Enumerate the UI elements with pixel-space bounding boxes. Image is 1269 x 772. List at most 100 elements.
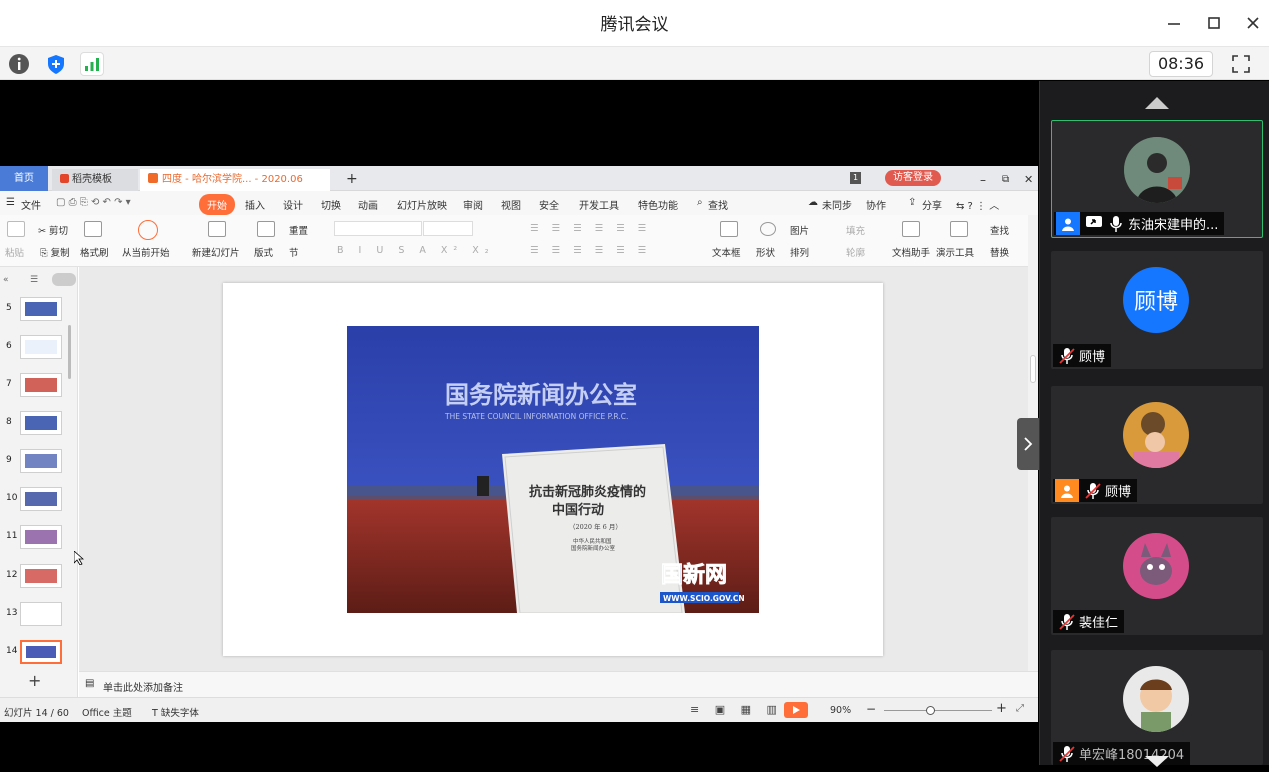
panel-toggle-button[interactable] (1017, 418, 1039, 470)
slide-thumbnail[interactable] (20, 602, 62, 626)
slide-thumbnail[interactable] (20, 564, 62, 588)
tab-home[interactable]: 首页 (0, 166, 48, 191)
present-tools-button[interactable]: 演示工具 (936, 245, 974, 259)
font-name-field[interactable] (334, 221, 422, 236)
shape-button[interactable]: 形状 (756, 245, 775, 259)
menu-animation[interactable]: 动画 (358, 197, 378, 212)
slide-thumbnail[interactable] (20, 449, 62, 473)
wps-minimize-icon[interactable]: – (972, 169, 994, 191)
hamburger-icon[interactable]: ☰ (6, 197, 15, 208)
shape-icon[interactable] (760, 222, 776, 236)
format-painter-icon[interactable] (84, 221, 102, 237)
format-painter-label[interactable]: 格式刷 (80, 245, 109, 259)
present-tools-icon[interactable] (950, 221, 968, 237)
font-size-field[interactable] (423, 221, 473, 236)
wps-right-icons[interactable]: ⇆ ? ⋮ ︿ (956, 197, 999, 212)
layout-icon[interactable] (257, 221, 275, 237)
align-buttons[interactable]: ☰ ☰ ☰ ☰ ☰ ☰ (530, 245, 651, 256)
slide-thumbnail[interactable] (20, 640, 62, 664)
zoom-slider[interactable] (884, 706, 992, 715)
slide-photo[interactable]: 国务院新闻办公室 THE STATE COUNCIL INFORMATION O… (347, 326, 759, 613)
search-icon[interactable]: ⌕ (697, 197, 703, 208)
slide-thumbnail[interactable] (20, 335, 62, 359)
participant-card[interactable]: 裴佳仁 (1051, 517, 1263, 635)
menu-start[interactable]: 开始 (199, 194, 235, 215)
cloud-sync-icon[interactable]: ☁ (808, 197, 818, 208)
signal-strength-icon[interactable] (80, 52, 104, 76)
paste-icon[interactable] (7, 221, 25, 237)
section-button[interactable]: 节 (289, 245, 299, 259)
find-button[interactable]: 查找 (990, 223, 1009, 237)
share-icon[interactable]: ⇪ (908, 197, 916, 208)
picture-button[interactable]: 图片 (790, 223, 809, 237)
add-slide-icon[interactable]: + (28, 671, 41, 690)
sync-status[interactable]: 未同步 (822, 197, 852, 212)
view-mode-buttons[interactable]: ≡ ▣ ▦ ▥ (690, 703, 783, 716)
doc-helper-button[interactable]: 文档助手 (892, 245, 930, 259)
replace-button[interactable]: 替换 (990, 245, 1009, 259)
scrollbar-thumb-left[interactable] (68, 325, 71, 379)
menu-security[interactable]: 安全 (539, 197, 559, 212)
fullscreen-icon[interactable] (1229, 52, 1253, 76)
tab-template[interactable]: 稻壳模板 (52, 169, 138, 191)
notes-placeholder[interactable]: 单击此处添加备注 (103, 679, 183, 694)
share-button[interactable]: 分享 (922, 197, 942, 212)
menu-features[interactable]: 特色功能 (638, 197, 678, 212)
scroll-down-icon[interactable] (1144, 753, 1170, 772)
info-icon[interactable] (7, 52, 31, 76)
new-tab-icon[interactable]: + (338, 169, 366, 191)
arrange-button[interactable]: 排列 (790, 245, 809, 259)
doc-helper-icon[interactable] (902, 221, 920, 237)
scrollbar-thumb[interactable] (1030, 355, 1036, 383)
slide-thumbnail[interactable] (20, 297, 62, 321)
zoom-in-icon[interactable]: + (996, 701, 1007, 716)
slide-thumbnail[interactable] (20, 525, 62, 549)
paste-label[interactable]: 粘贴 (5, 245, 24, 259)
maximize-icon[interactable] (1199, 8, 1229, 38)
play-slideshow-button[interactable] (784, 702, 808, 718)
thumb-panel-controls[interactable]: «☰ (0, 273, 78, 289)
textbox-button[interactable]: 文本框 (712, 245, 741, 259)
menu-review[interactable]: 审阅 (463, 197, 483, 212)
menu-find[interactable]: 查找 (708, 197, 728, 212)
reset-button[interactable]: 重置 (289, 223, 308, 237)
participant-card[interactable]: 单宏峰18014204 (1051, 650, 1263, 765)
missing-font-button[interactable]: T 缺失字体 (152, 705, 199, 719)
slide-thumbnail[interactable] (20, 487, 62, 511)
play-icon[interactable] (138, 220, 158, 240)
cut-button[interactable]: ✂ 剪切 (38, 223, 68, 237)
quick-access-icons[interactable]: ▢ ⎙ ⎘ ⟲ ↶ ↷ ▾ (56, 197, 131, 208)
zoom-out-icon[interactable]: − (866, 702, 876, 716)
menu-slideshow[interactable]: 幻灯片放映 (397, 197, 447, 212)
menu-design[interactable]: 设计 (283, 197, 303, 212)
slide-thumbnail[interactable] (20, 373, 62, 397)
menu-transition[interactable]: 切换 (321, 197, 341, 212)
paragraph-buttons[interactable]: ☰ ☰ ☰ ☰ ☰ ☰ (530, 223, 651, 234)
minimize-icon[interactable] (1159, 8, 1189, 38)
close-icon[interactable] (1238, 8, 1268, 38)
notes-bar[interactable]: ▤ 单击此处添加备注 (79, 671, 1038, 697)
security-shield-icon[interactable] (44, 52, 68, 76)
scroll-up-icon[interactable] (1144, 95, 1170, 115)
menu-developer[interactable]: 开发工具 (579, 197, 619, 212)
tab-document[interactable]: 四度 - 哈尔滨学院... - 2020.06 (140, 169, 330, 191)
fit-window-icon[interactable]: ⤢ (1016, 703, 1024, 714)
current-slide[interactable]: 国务院新闻办公室 THE STATE COUNCIL INFORMATION O… (223, 283, 883, 656)
guest-login-button[interactable]: 访客登录 (885, 170, 941, 186)
wps-restore-icon[interactable]: ⧉ (994, 169, 1017, 191)
participant-card[interactable]: 顾博 (1051, 386, 1263, 504)
collab-button[interactable]: 协作 (866, 197, 886, 212)
participant-card[interactable]: 东油宋建申的... (1051, 120, 1263, 238)
outline-button[interactable]: 轮廓 (846, 245, 865, 259)
textbox-icon[interactable] (720, 221, 738, 237)
menu-file[interactable]: 文件 (21, 197, 41, 212)
wps-close-icon[interactable]: ✕ (1016, 169, 1041, 191)
menu-view[interactable]: 视图 (501, 197, 521, 212)
zoom-level[interactable]: 90% (830, 705, 851, 716)
zoom-slider-thumb[interactable] (926, 706, 935, 715)
new-slide-icon[interactable] (208, 221, 226, 237)
from-current-button[interactable]: 从当前开始 (122, 245, 170, 259)
new-slide-button[interactable]: 新建幻灯片 (192, 245, 240, 259)
font-style-buttons[interactable]: B I U S A X² X₂ (337, 245, 495, 256)
copy-button[interactable]: ⎘ 复制 (40, 245, 70, 259)
